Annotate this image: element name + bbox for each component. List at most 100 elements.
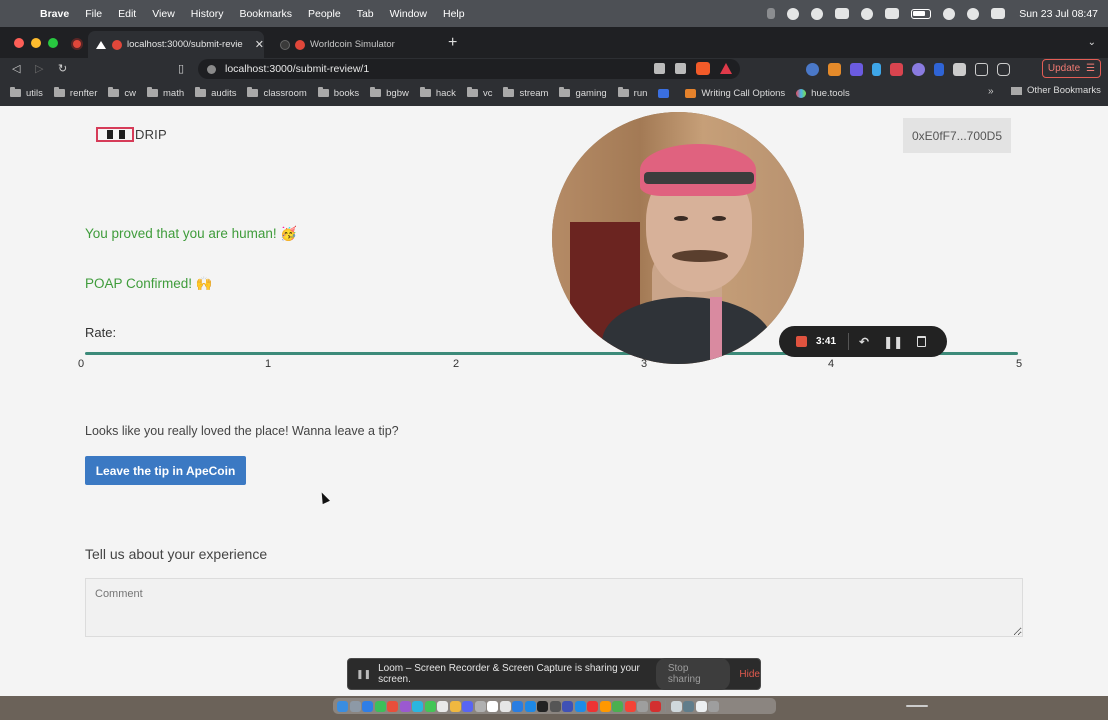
menu-edit[interactable]: Edit	[118, 8, 136, 20]
apple-icon[interactable]	[14, 7, 26, 21]
terminal-icon[interactable]	[537, 700, 548, 712]
sync-status-icon[interactable]	[811, 7, 824, 20]
safari-icon[interactable]	[362, 700, 373, 712]
slack-icon[interactable]	[399, 700, 411, 712]
close-tab-icon[interactable]: ✕	[255, 38, 264, 51]
messages-icon[interactable]	[374, 700, 386, 712]
bookmark-folder[interactable]: classroom	[247, 87, 307, 99]
wifi-icon[interactable]	[943, 7, 956, 20]
leave-tip-button[interactable]: Leave the tip in ApeCoin	[85, 456, 246, 485]
bookmark-page-icon[interactable]: ▯	[178, 62, 184, 75]
app-store-icon[interactable]	[512, 700, 523, 712]
bookmark-writing-call-options[interactable]: Writing Call Options	[685, 88, 785, 99]
vscode-icon[interactable]	[524, 700, 536, 712]
music-icon[interactable]	[624, 700, 636, 712]
trash-icon[interactable]	[708, 700, 719, 712]
menu-window[interactable]: Window	[390, 8, 427, 20]
menu-clock[interactable]: Sun 23 Jul 08:47	[1019, 8, 1098, 20]
brave-shields-icon[interactable]	[696, 62, 710, 75]
notes-icon[interactable]	[437, 700, 448, 712]
menu-tab[interactable]: Tab	[357, 8, 374, 20]
extension-b-icon[interactable]	[934, 63, 944, 76]
extension-gear-icon[interactable]	[850, 63, 863, 76]
restart-recording-icon[interactable]: ↶	[859, 335, 869, 349]
recording-app-icon[interactable]	[649, 700, 661, 712]
address-bar[interactable]: localhost:3000/submit-review/1	[198, 59, 740, 79]
forward-icon[interactable]: ▷	[35, 62, 43, 75]
share-icon[interactable]	[675, 63, 686, 74]
bookmark-folder[interactable]: stream	[503, 87, 548, 99]
search-icon[interactable]	[967, 7, 980, 20]
camera-icon[interactable]	[654, 63, 665, 74]
bookmark-hue-tools[interactable]: hue.tools	[796, 88, 850, 99]
more-bookmarks-icon[interactable]: »	[988, 86, 994, 97]
notion-icon[interactable]	[449, 700, 461, 712]
zoom-window-icon[interactable]	[48, 38, 58, 48]
iterm-icon[interactable]	[549, 700, 561, 712]
finder-icon[interactable]	[337, 700, 348, 712]
downloads-stack-icon[interactable]	[670, 700, 682, 712]
tab-worldcoin-simulator[interactable]: Worldcoin Simulator	[272, 31, 438, 58]
spotify-icon[interactable]	[612, 700, 623, 712]
back-icon[interactable]: ◁	[12, 62, 20, 75]
delete-recording-icon[interactable]	[917, 336, 927, 347]
comment-field[interactable]	[85, 578, 1023, 637]
tab-search-chevron-icon[interactable]: ⌄	[1088, 37, 1096, 48]
calendar-icon[interactable]	[599, 700, 611, 712]
brave-rewards-icon[interactable]	[720, 63, 732, 74]
zoom-icon[interactable]	[574, 700, 586, 712]
close-window-icon[interactable]	[14, 38, 24, 48]
figma-icon[interactable]	[562, 700, 573, 712]
menu-view[interactable]: View	[152, 8, 175, 20]
control-center-icon[interactable]	[991, 8, 1006, 19]
extension-globe-icon[interactable]	[806, 63, 819, 76]
textedit-icon[interactable]	[487, 700, 498, 712]
battery-icon[interactable]	[911, 8, 932, 19]
documents-stack-icon[interactable]	[683, 700, 694, 712]
sidebar-icon[interactable]	[975, 63, 988, 76]
loom-webcam-bubble[interactable]	[552, 112, 804, 364]
update-button[interactable]: Update ☰	[1042, 59, 1101, 78]
preview-icon[interactable]	[499, 700, 511, 712]
cloud-status-icon[interactable]	[787, 7, 800, 20]
bookmark-folder[interactable]: utils	[10, 87, 43, 99]
other-bookmarks[interactable]: Other Bookmarks	[1011, 85, 1101, 96]
new-tab-icon[interactable]: +	[448, 35, 457, 51]
bookmark-folder[interactable]: books	[317, 87, 359, 99]
extension-purple-icon[interactable]	[912, 63, 925, 76]
pause-status-icon[interactable]	[767, 8, 776, 19]
accessibility-icon[interactable]	[835, 8, 850, 19]
activity-monitor-icon[interactable]	[637, 700, 648, 712]
bookmark-folder[interactable]: run	[617, 87, 647, 99]
reload-icon[interactable]: ↻	[58, 62, 67, 75]
hide-button[interactable]: Hide	[739, 669, 760, 680]
menu-app-name[interactable]: Brave	[40, 8, 69, 20]
minimize-window-icon[interactable]	[31, 38, 41, 48]
menu-people[interactable]: People	[308, 8, 341, 20]
telegram-icon[interactable]	[412, 700, 423, 712]
site-info-icon[interactable]	[207, 64, 216, 74]
bookmark-folder[interactable]: cw	[108, 87, 136, 99]
drip-logo[interactable]: DRIP	[96, 127, 167, 142]
launchpad-icon[interactable]	[349, 700, 361, 712]
bookmark-folder[interactable]: vc	[466, 87, 492, 99]
discord-icon[interactable]	[462, 700, 473, 712]
tab-submit-review[interactable]: localhost:3000/submit-revie ✕	[88, 31, 264, 58]
bookmark-folder[interactable]: gaming	[559, 87, 607, 99]
extension-red-icon[interactable]	[890, 63, 903, 76]
extension-gem-icon[interactable]	[872, 63, 881, 76]
bookmark-folder[interactable]: audits	[195, 87, 236, 99]
loom-icon[interactable]	[587, 700, 598, 712]
pause-recording-icon[interactable]: ❚❚	[883, 335, 903, 349]
wallet-address-button[interactable]: 0xE0fF7...700D5	[903, 118, 1011, 153]
extension-metamask-icon[interactable]	[828, 63, 841, 76]
system-settings-icon[interactable]	[474, 700, 486, 712]
menu-history[interactable]: History	[191, 8, 224, 20]
stop-sharing-button[interactable]: Stop sharing	[655, 658, 731, 690]
bookmark-folder[interactable]: renfter	[53, 87, 97, 99]
input-source-icon[interactable]	[885, 8, 900, 19]
wallet-icon[interactable]	[997, 63, 1010, 76]
url-text[interactable]: localhost:3000/submit-review/1	[225, 63, 369, 75]
brave-icon[interactable]	[387, 700, 398, 712]
bookmark-mail[interactable]	[658, 88, 674, 98]
